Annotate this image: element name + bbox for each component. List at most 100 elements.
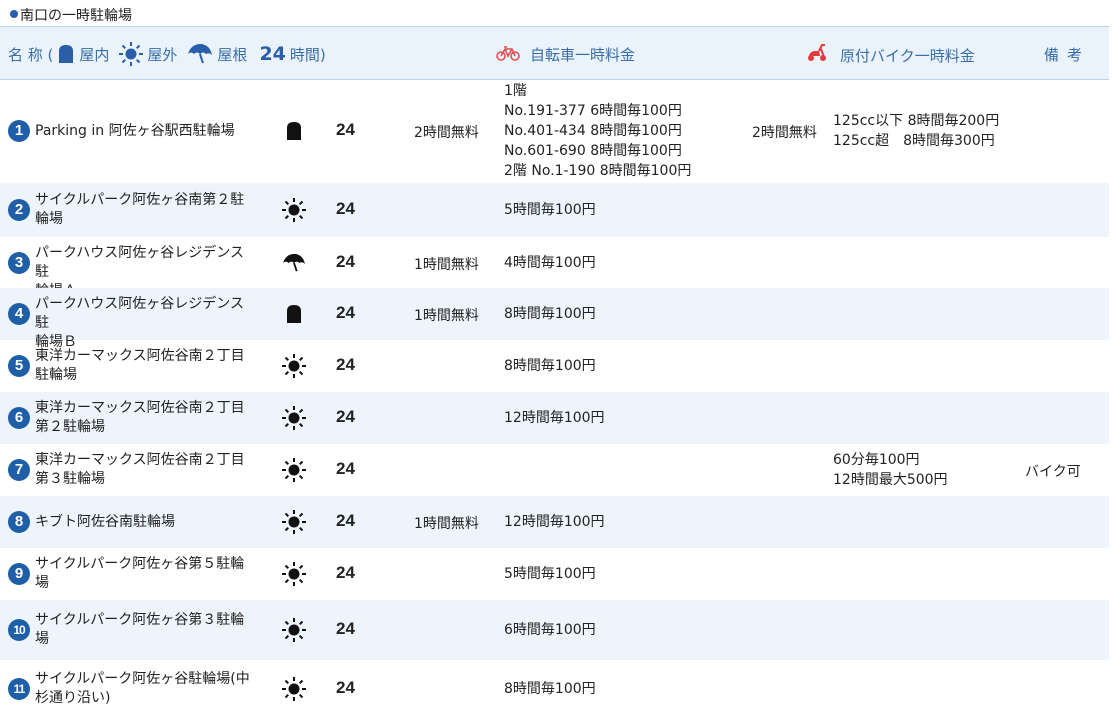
- header-24h-label: 24: [259, 43, 286, 65]
- facility-name-line: 駐輪場: [35, 367, 77, 383]
- hours-24-label: 24: [336, 677, 355, 697]
- table-header: 名 称 ( 屋内 屋外 屋根 24 時間) 自転車一時料金 原付バイク一時料金 …: [0, 26, 1109, 80]
- table-row: 8 キブト阿佐谷南駐輪場 24 1時間無料 12時間毎100円: [0, 496, 1109, 548]
- facility-name-line: サイクルパーク阿佐ヶ谷南第２駐: [35, 192, 245, 208]
- hours-24-label: 24: [336, 619, 355, 638]
- bike-fee-line: 6時間毎100円: [504, 622, 596, 638]
- bike-fee: 1階 No.191-377 6時間毎100円 No.401-434 8時間毎100円…: [504, 81, 691, 181]
- umbrella-icon: [187, 43, 213, 65]
- sun-icon: [282, 458, 306, 482]
- sun-icon: [282, 676, 306, 701]
- header-name-label: 名 称 (: [8, 45, 54, 64]
- hours-24-label: 24: [336, 199, 355, 218]
- table-row: 5 東洋カーマックス阿佐谷南２丁目 駐輪場 24 8時間毎100円: [0, 340, 1109, 392]
- moto-fee-line: 125cc超 8時間毎300円: [833, 133, 995, 149]
- facility-name-line: 第３駐輪場: [35, 471, 105, 487]
- table-row: 2 サイクルパーク阿佐ヶ谷南第２駐 輪場 24 5時間毎100円: [0, 183, 1109, 237]
- header-bike-fee-label: 自転車一時料金: [530, 46, 636, 64]
- bike-fee-line: 1階: [504, 83, 527, 99]
- hours-24-label: 24: [336, 407, 355, 426]
- bike-fee: 8時間毎100円: [504, 304, 596, 324]
- table-row: 7 東洋カーマックス阿佐谷南２丁目 第３駐輪場 24 60分毎100円 12時間最大500…: [0, 444, 1109, 496]
- hours-24-label: 24: [336, 303, 355, 322]
- header-hours-label: 時間): [289, 45, 326, 64]
- row-number-badge: 3: [8, 251, 30, 274]
- sun-icon: [282, 198, 306, 222]
- bike-fee: 12時間毎100円: [504, 408, 605, 428]
- bike-fee-line: 2階 No.1-190 8時間毎100円: [504, 163, 692, 179]
- indoor-icon: [282, 119, 306, 143]
- hours-24-label: 24: [336, 251, 355, 271]
- facility-name: キブト阿佐谷南駐輪場: [35, 513, 250, 532]
- moto-fee-line: 125cc以下 8時間毎200円: [833, 113, 1000, 129]
- facility-name: 東洋カーマックス阿佐谷南２丁目 第２駐輪場: [35, 399, 250, 437]
- row-number-badge: 7: [8, 459, 30, 481]
- table-row: 3パークハウス阿佐ヶ谷レジデンス駐輪場Ａ241時間無料4時間毎100円: [0, 237, 1109, 299]
- facility-name: サイクルパーク阿佐ヶ谷第５駐輪場: [35, 555, 250, 593]
- title-bar: 南口の一時駐輪場: [0, 0, 1112, 26]
- bike-fee-line: No.191-377 6時間毎100円: [504, 103, 682, 119]
- bullet-icon: [10, 10, 18, 18]
- row-number-badge: 1: [8, 120, 30, 142]
- bike-fee-line: 12時間毎100円: [504, 514, 605, 530]
- row-number-badge: 11: [8, 677, 30, 700]
- bike-free-period: 1時間無料: [414, 256, 479, 273]
- bike-fee: 8時間毎100円: [504, 356, 596, 376]
- facility-name-line: 輪場: [35, 211, 63, 227]
- header-moto-fee: 原付バイク一時料金: [806, 44, 975, 66]
- moto-fee: 125cc以下 8時間毎200円 125cc超 8時間毎300円: [833, 111, 999, 151]
- sun-icon: [282, 354, 306, 378]
- table-row: 9 サイクルパーク阿佐ヶ谷第５駐輪場 24 5時間毎100円: [0, 548, 1109, 600]
- facility-name-line: サイクルパーク阿佐ヶ谷第３駐輪: [35, 612, 245, 628]
- table-row: 11 サイクルパーク阿佐ヶ谷駐輪場(中 杉通り沿い) 24 8時間毎100円: [0, 660, 1109, 717]
- table-row: 10 サイクルパーク阿佐ヶ谷第３駐輪場 24 6時間毎100円: [0, 600, 1109, 660]
- moto-fee-line: 12時間最大500円: [833, 472, 948, 488]
- bike-fee-line: 4時間毎100円: [504, 254, 596, 271]
- facility-name: 東洋カーマックス阿佐谷南２丁目 第３駐輪場: [35, 451, 250, 489]
- facility-name-line: 東洋カーマックス阿佐谷南２丁目: [35, 400, 245, 416]
- bike-fee: 12時間毎100円: [504, 512, 605, 532]
- bike-fee-line: 12時間毎100円: [504, 410, 605, 426]
- header-bike-fee: 自転車一時料金: [496, 44, 635, 65]
- page-title: 南口の一時駐輪場: [20, 8, 132, 24]
- sun-icon: [282, 510, 306, 534]
- facility-name-line: 杉通り沿い): [35, 689, 111, 706]
- facility-name-line: 場: [35, 575, 49, 591]
- moto-fee-line: 60分毎100円: [833, 452, 920, 468]
- bike-free-period: 1時間無料: [414, 308, 479, 324]
- sun-icon: [282, 562, 306, 586]
- umbrella-icon: [282, 251, 306, 275]
- bike-fee-line: No.401-434 8時間毎100円: [504, 123, 682, 139]
- bike-fee-line: 8時間毎100円: [504, 306, 596, 322]
- bike-fee-line: 5時間毎100円: [504, 566, 596, 582]
- facility-name: サイクルパーク阿佐ヶ谷第３駐輪場: [35, 611, 250, 649]
- hours-24-label: 24: [336, 563, 355, 582]
- table-row: 4 パークハウス阿佐ヶ谷レジデンス駐 輪場Ｂ 24 1時間無料 8時間毎100円: [0, 288, 1109, 350]
- facility-name-line: 第２駐輪場: [35, 419, 105, 435]
- facility-name-line: サイクルパーク阿佐ヶ谷駐輪場(中: [35, 670, 250, 687]
- sun-icon: [282, 618, 306, 642]
- bike-fee-line: 5時間毎100円: [504, 202, 596, 218]
- facility-name-line: サイクルパーク阿佐ヶ谷第５駐輪: [35, 556, 245, 572]
- bike-fee-line: 8時間毎100円: [504, 358, 596, 374]
- bike-free-period: 2時間無料: [414, 125, 479, 141]
- row-number-badge: 8: [8, 511, 30, 533]
- facility-name-line: パークハウス阿佐ヶ谷レジデンス駐: [35, 296, 245, 331]
- table-row: 1 Parking in 阿佐ヶ谷駅西駐輪場 24 2時間無料 1階 No.191-377…: [0, 79, 1109, 183]
- indoor-icon: [57, 44, 75, 64]
- row-number-badge: 10: [8, 619, 30, 641]
- sun-icon: [119, 42, 144, 66]
- facility-name-line: 東洋カーマックス阿佐谷南２丁目: [35, 452, 245, 468]
- facility-name: サイクルパーク阿佐ヶ谷駐輪場(中 杉通り沿い): [35, 670, 250, 708]
- bike-fee: 5時間毎100円: [504, 564, 596, 584]
- bike-fee-line: No.601-690 8時間毎100円: [504, 143, 682, 159]
- facility-name-line: Parking in 阿佐ヶ谷駅西駐輪場: [35, 122, 235, 139]
- bicycle-icon: [496, 45, 520, 65]
- bike-fee: 4時間毎100円: [504, 253, 596, 273]
- row-number-badge: 5: [8, 355, 30, 377]
- facility-name: サイクルパーク阿佐ヶ谷南第２駐 輪場: [35, 191, 250, 229]
- bike-fee: 8時間毎100円: [504, 679, 596, 699]
- facility-name: 東洋カーマックス阿佐谷南２丁目 駐輪場: [35, 347, 250, 385]
- scooter-icon: [806, 44, 828, 66]
- facility-name-line: 東洋カーマックス阿佐谷南２丁目: [35, 348, 245, 364]
